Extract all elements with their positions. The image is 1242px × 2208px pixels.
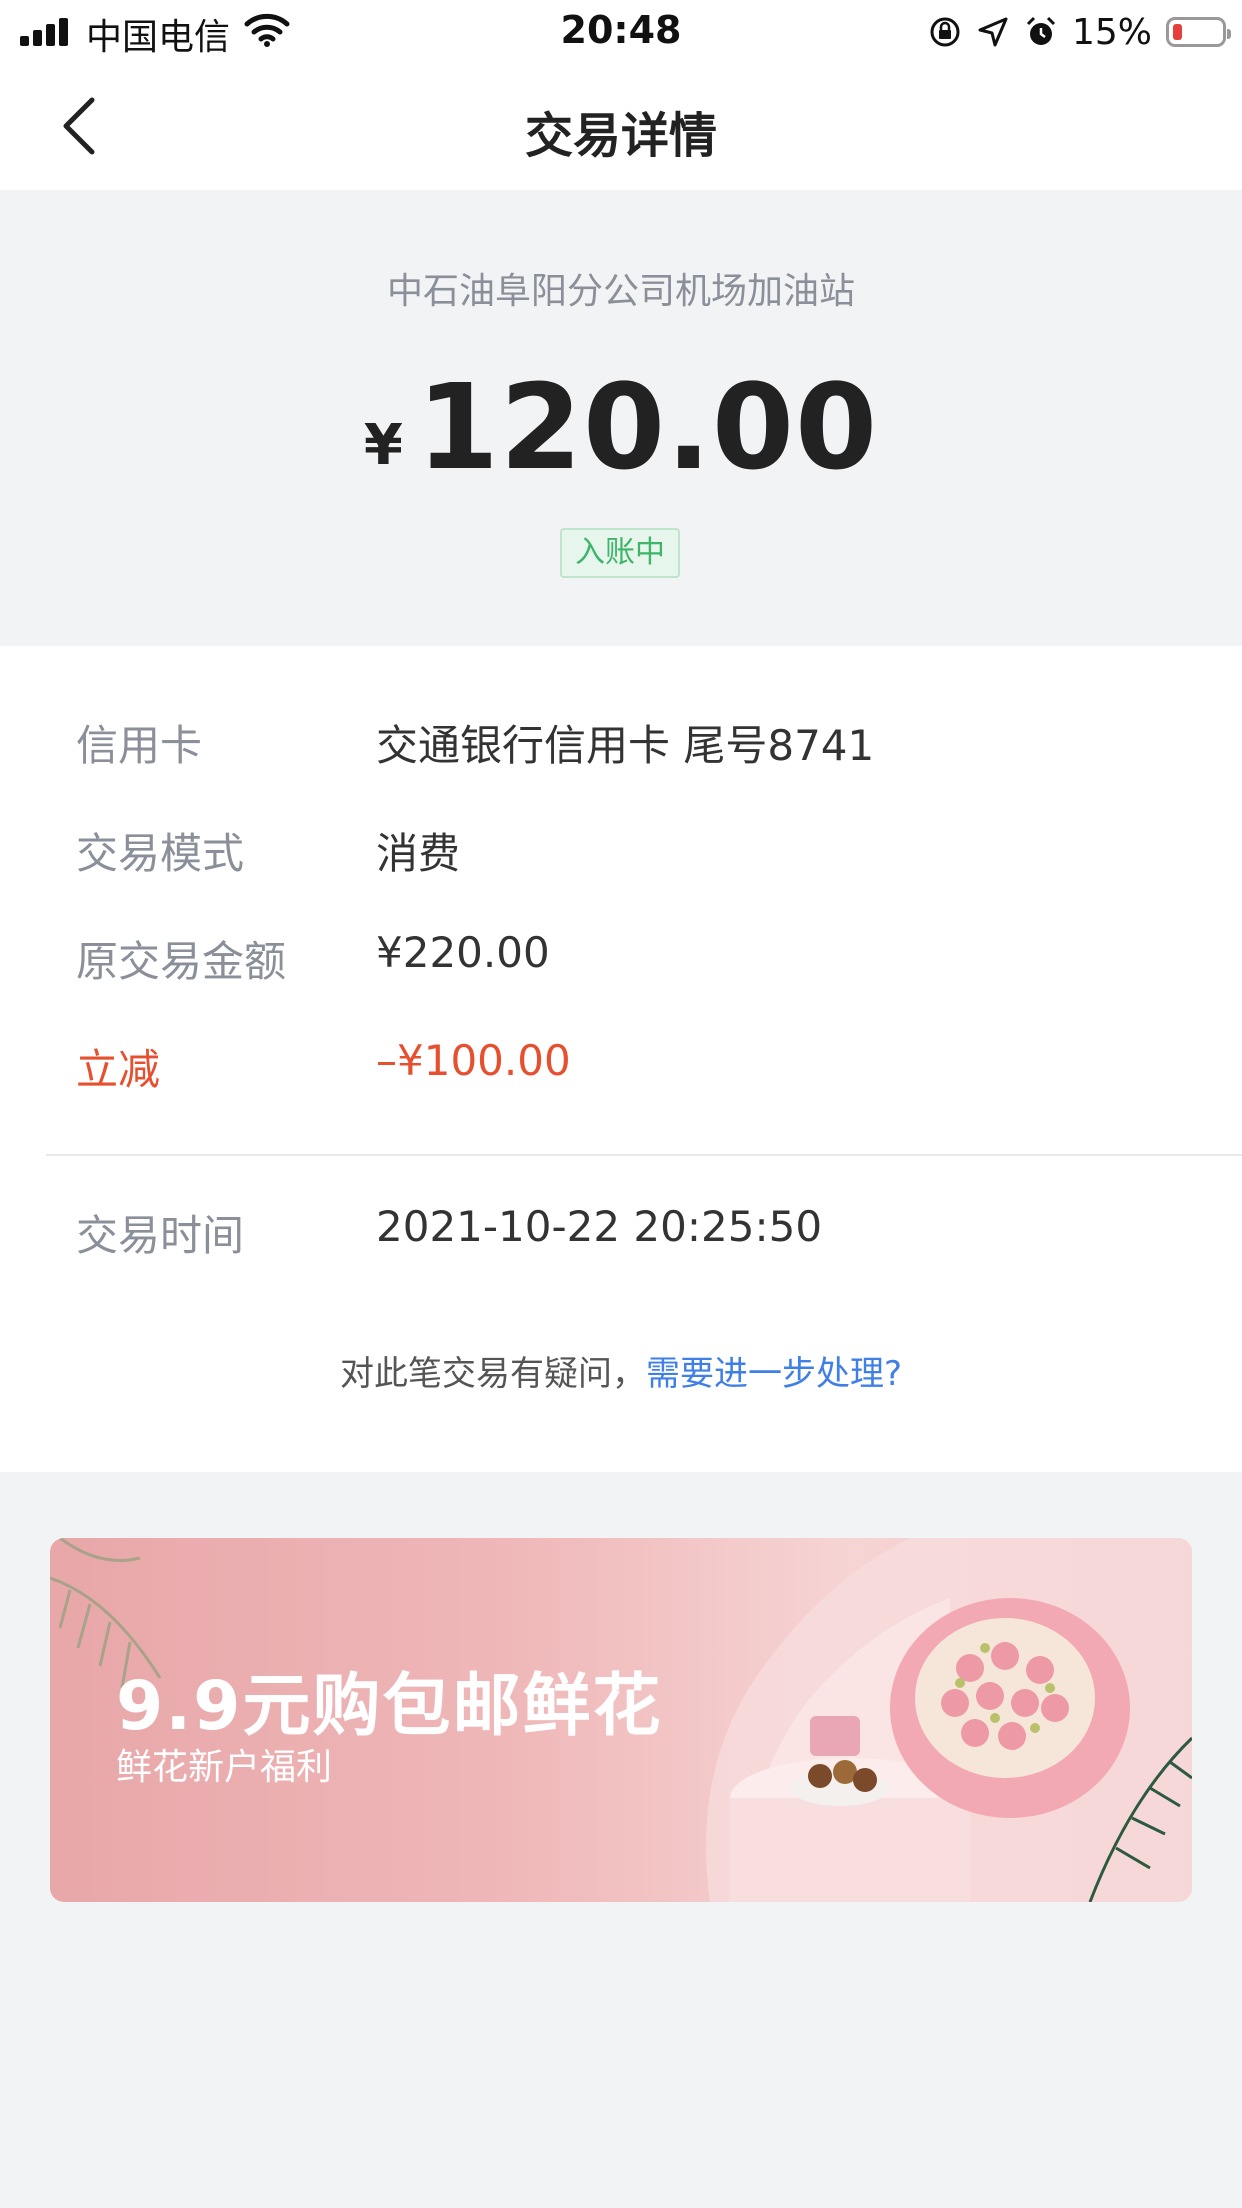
transaction-details: 信用卡 交通银行信用卡 尾号8741 交易模式 消费 原交易金额 ¥220.00… [0,646,1242,1472]
transaction-amount: 120.00 [416,358,879,496]
detail-row-card: 信用卡 交通银行信用卡 尾号8741 [76,712,1196,772]
detail-value: –¥100.00 [376,1036,571,1085]
alarm-icon [1026,16,1056,45]
question-text: 对此笔交易有疑问， [339,1354,646,1394]
detail-value: 2021-10-22 20:25:50 [376,1202,823,1251]
detail-label: 信用卡 [76,721,203,770]
detail-row-mode: 交易模式 消费 [76,820,1196,880]
detail-row-original-amount: 原交易金额 ¥220.00 [76,928,1196,988]
merchant-name: 中石油阜阳分公司机场加油站 [386,271,855,312]
detail-label: 交易模式 [76,829,245,878]
detail-row-discount: 立减 –¥100.00 [76,1036,1196,1096]
transaction-summary: 中石油阜阳分公司机场加油站 ¥120.00 入账中 [0,190,1242,646]
promo-banner[interactable]: 9.9元购包邮鲜花 鲜花新户福利 [50,1538,1192,1902]
status-right-group: 15% [928,10,1231,54]
orientation-lock-icon [930,17,960,47]
page-title: 交易详情 [524,108,717,164]
battery-icon [1166,17,1231,47]
detail-label: 交易时间 [76,1211,245,1260]
battery-percent: 15% [1071,11,1152,53]
divider [46,1154,1242,1156]
status-bar: 中国电信 20:48 15% [0,0,1242,62]
question-line: 对此笔交易有疑问，需要进一步处理? [0,1346,1242,1395]
banner-subtitle: 鲜花新户福利 [116,1747,333,1788]
status-badge: 入账中 [560,528,680,578]
detail-row-time: 交易时间 2021-10-22 20:25:50 [76,1202,1196,1262]
nav-bar: 交易详情 [0,62,1242,190]
detail-value: ¥220.00 [376,928,550,977]
further-processing-link[interactable]: 需要进一步处理? [646,1354,902,1394]
amount-row: ¥120.00 [0,358,1242,496]
detail-value: 交通银行信用卡 尾号8741 [376,721,875,770]
detail-label: 立减 [76,1045,161,1094]
location-icon [978,17,1008,47]
currency-symbol: ¥ [363,413,403,478]
detail-value: 消费 [376,829,461,878]
banner-title: 9.9元购包邮鲜花 [116,1667,663,1746]
detail-label: 原交易金额 [76,937,287,986]
